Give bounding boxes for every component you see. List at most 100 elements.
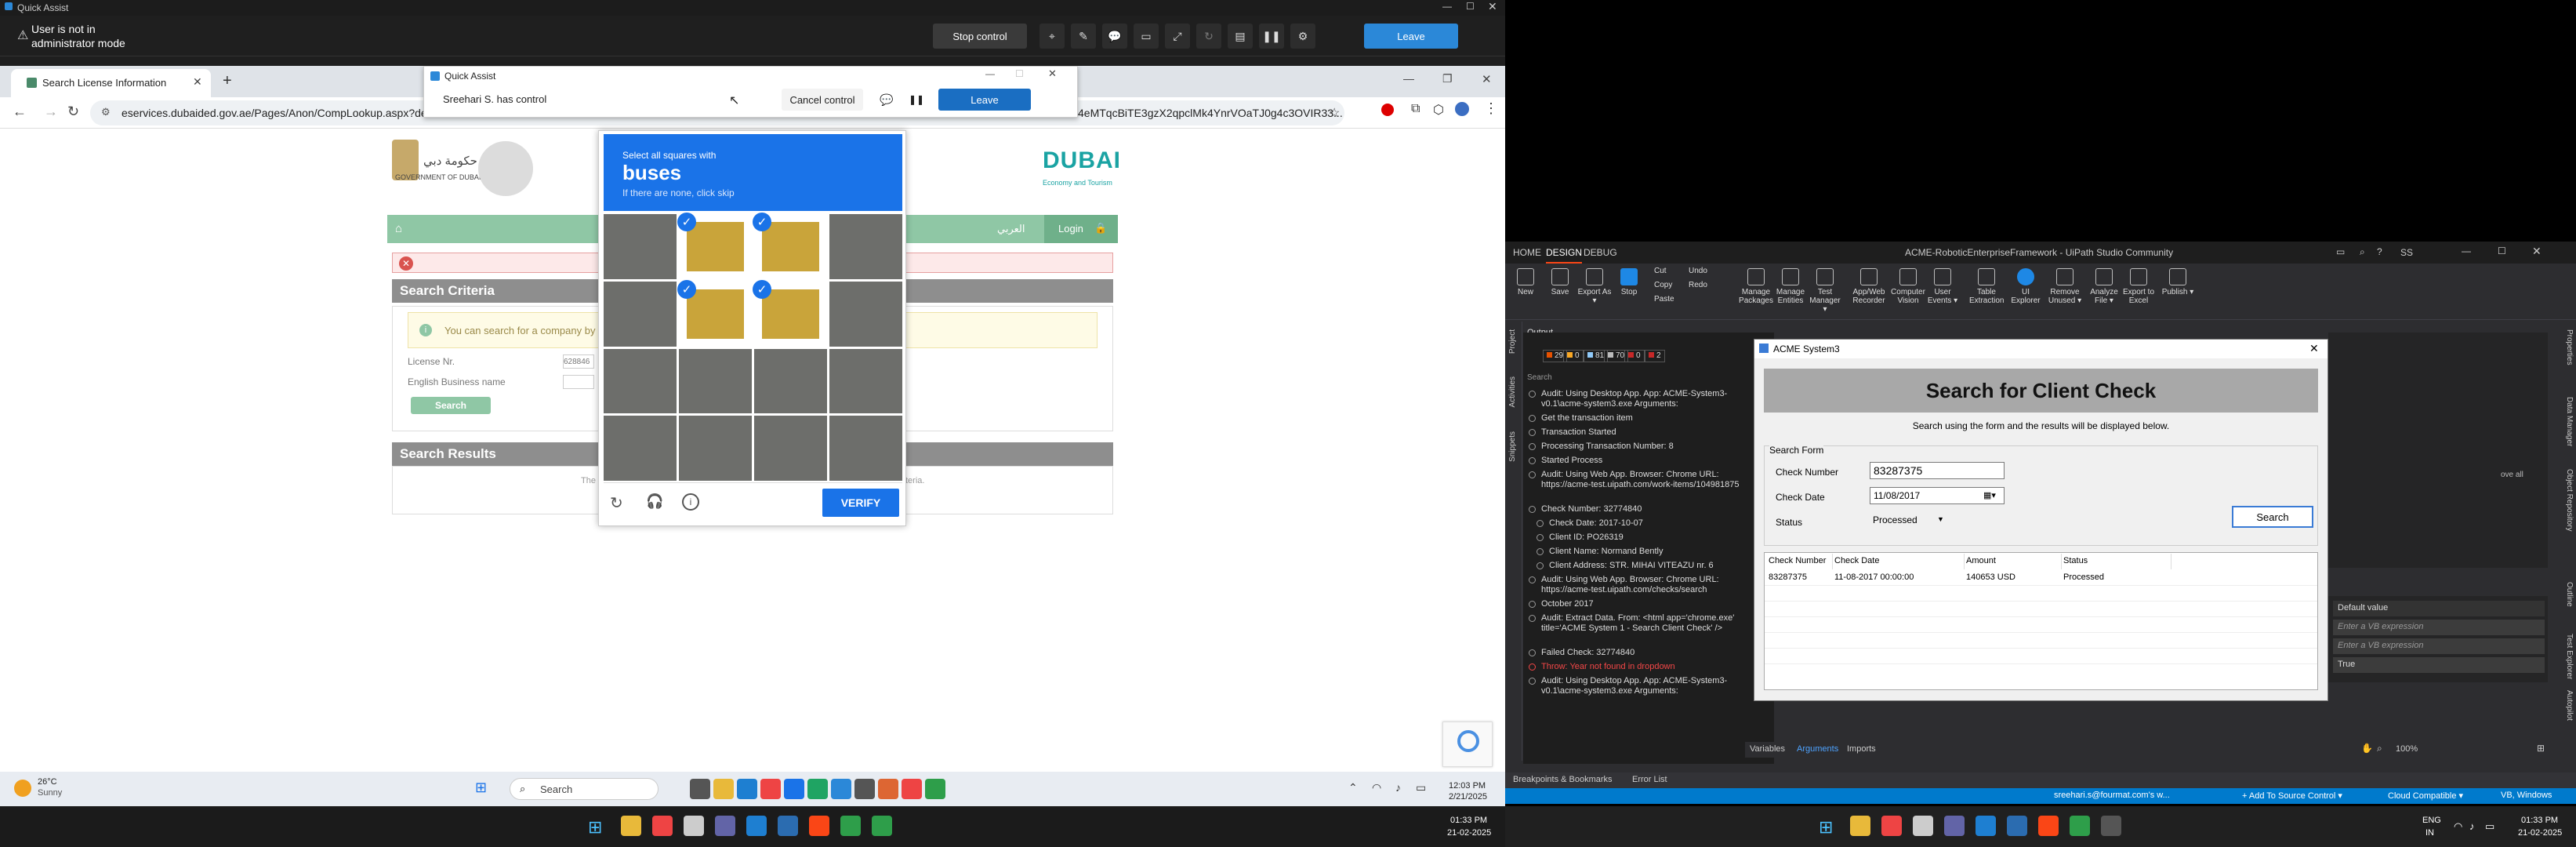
search-icon[interactable]: ⌕ bbox=[2360, 246, 2365, 258]
ribbon-button[interactable]: Paste bbox=[1654, 295, 1685, 304]
arabic-link[interactable]: العربي bbox=[997, 223, 1025, 235]
leave-button[interactable]: Leave bbox=[1364, 24, 1458, 49]
captcha-tile[interactable]: ✓ bbox=[677, 213, 752, 279]
side-tab[interactable]: Object Repository bbox=[2565, 469, 2574, 531]
chrome-app-icon[interactable] bbox=[902, 779, 922, 799]
recaptcha-badge[interactable] bbox=[1442, 722, 1493, 767]
teams-icon[interactable] bbox=[1944, 816, 1965, 836]
select-monitor-icon[interactable]: ▭ bbox=[1134, 24, 1159, 49]
app-icon[interactable] bbox=[784, 779, 804, 799]
app-icon[interactable] bbox=[878, 779, 898, 799]
ribbon-button[interactable]: Undo bbox=[1689, 267, 1720, 275]
float-minimize-icon[interactable]: — bbox=[985, 68, 995, 79]
ribbon-button[interactable]: Table Extraction bbox=[1969, 268, 2004, 305]
ribbon-button[interactable]: Manage Packages bbox=[1739, 268, 1773, 305]
windows-start-icon[interactable]: ⊞ bbox=[475, 780, 487, 796]
grid-column-header[interactable]: Check Date bbox=[1833, 554, 1965, 569]
ribbon-button[interactable]: Computer Vision bbox=[1891, 268, 1925, 305]
bookmark-star-icon[interactable]: ☆ bbox=[1329, 105, 1340, 121]
reload-challenge-icon[interactable]: ↻ bbox=[610, 493, 623, 513]
app-icon[interactable] bbox=[684, 816, 704, 836]
task-view-icon[interactable] bbox=[690, 779, 710, 799]
close-icon[interactable]: ✕ bbox=[1488, 0, 1497, 13]
fit-icon[interactable]: ⊞ bbox=[2537, 743, 2545, 754]
side-tab[interactable]: Test Explorer bbox=[2565, 634, 2574, 679]
app-icon[interactable] bbox=[2101, 816, 2121, 836]
battery-icon[interactable]: ▭ bbox=[2485, 820, 2494, 833]
studio-tab-design[interactable]: DESIGN bbox=[1546, 242, 1583, 264]
tab-close-icon[interactable]: ✕ bbox=[193, 75, 202, 89]
calendar-icon[interactable]: ▦▾ bbox=[1983, 490, 1996, 500]
cancel-control-button[interactable]: Cancel control bbox=[782, 89, 863, 111]
app-icon[interactable] bbox=[807, 779, 828, 799]
grid-cell[interactable]: 11-08-2017 00:00:00 bbox=[1834, 573, 1914, 582]
float-close-icon[interactable]: ✕ bbox=[1048, 67, 1057, 80]
ribbon-button[interactable]: Manage Entities bbox=[1773, 268, 1808, 305]
settings-icon[interactable]: ⚙ bbox=[1290, 24, 1315, 49]
edge-icon[interactable] bbox=[1976, 816, 1996, 836]
reload-icon[interactable]: ↻ bbox=[67, 104, 79, 120]
app-icon[interactable] bbox=[1913, 816, 1933, 836]
grid-column-header[interactable]: Amount bbox=[1965, 554, 2062, 569]
side-tab[interactable]: Properties bbox=[2565, 329, 2574, 365]
captcha-tile[interactable] bbox=[829, 348, 902, 414]
output-search[interactable]: Search bbox=[1527, 373, 1552, 382]
profile-avatar[interactable] bbox=[1455, 102, 1469, 116]
volume-icon[interactable]: ♪ bbox=[1395, 781, 1401, 794]
ribbon-button[interactable]: Copy bbox=[1654, 281, 1685, 289]
ribbon-button[interactable]: User Events ▾ bbox=[1925, 268, 1960, 305]
zoom-level[interactable]: 100% bbox=[2396, 744, 2418, 754]
output-filter-count[interactable]: 0 bbox=[1624, 350, 1645, 362]
ribbon-button[interactable]: Publish ▾ bbox=[2161, 268, 2195, 296]
float-maximize-icon[interactable]: ☐ bbox=[1015, 68, 1024, 79]
captcha-tile[interactable] bbox=[754, 348, 827, 414]
search-button[interactable]: Search bbox=[411, 397, 491, 414]
grid-cell[interactable]: Processed bbox=[2063, 573, 2104, 582]
teams-icon[interactable] bbox=[715, 816, 735, 836]
extension-record-icon[interactable] bbox=[1381, 104, 1394, 116]
captcha-tile[interactable]: ✓ bbox=[753, 279, 827, 347]
audio-challenge-icon[interactable]: 🎧 bbox=[646, 493, 663, 510]
ribbon-button[interactable]: Export to Excel bbox=[2121, 268, 2156, 305]
home-icon[interactable]: ⌂ bbox=[395, 222, 412, 236]
back-icon[interactable]: ← bbox=[13, 104, 27, 120]
wifi-icon[interactable]: ◠ bbox=[2454, 820, 2462, 833]
variables-tab[interactable]: Variables bbox=[1750, 744, 1785, 754]
help-icon[interactable]: ? bbox=[2377, 246, 2382, 257]
studio-minimize-icon[interactable]: — bbox=[2462, 245, 2471, 256]
app-icon[interactable] bbox=[872, 816, 892, 836]
side-tab-project[interactable]: Project bbox=[1508, 329, 1517, 354]
grid-cell[interactable]: 83287375 bbox=[1769, 573, 1807, 582]
layout-icon[interactable]: ▭ bbox=[2336, 246, 2345, 257]
studio-tab-debug[interactable]: DEBUG bbox=[1584, 247, 1617, 258]
side-tab[interactable]: Autopilot bbox=[2565, 690, 2574, 721]
chrome-menu-icon[interactable]: ⋮ bbox=[1484, 100, 1498, 117]
extensions-puzzle-icon[interactable]: ⬡ bbox=[1433, 102, 1444, 118]
grid-column-header[interactable]: Status bbox=[2062, 554, 2171, 569]
volume-icon[interactable]: ♪ bbox=[2469, 820, 2475, 832]
fit-screen-icon[interactable]: ⤢ bbox=[1165, 24, 1190, 49]
argument-default-value[interactable]: Enter a VB expression bbox=[2333, 638, 2545, 654]
stop-control-button[interactable]: Stop control bbox=[933, 24, 1027, 49]
pan-icon[interactable]: ✋ bbox=[2361, 743, 2373, 754]
status-source-control[interactable]: + Add To Source Control ▾ bbox=[2242, 791, 2342, 801]
status-dropdown[interactable]: Processed ▼ bbox=[1870, 512, 1951, 529]
site-info-icon[interactable]: ⚙ bbox=[101, 106, 111, 118]
captcha-tile[interactable] bbox=[679, 416, 752, 481]
check-number-input[interactable]: 83287375 bbox=[1870, 462, 2005, 479]
app-icon[interactable] bbox=[778, 816, 798, 836]
status-user[interactable]: sreehari.s@fourmat.com's w... bbox=[2054, 791, 2170, 800]
annotate-icon[interactable]: ✎ bbox=[1071, 24, 1096, 49]
captcha-tile[interactable] bbox=[604, 281, 677, 347]
acme-search-button[interactable]: Search bbox=[2232, 506, 2313, 528]
lang-line1[interactable]: ENG bbox=[2422, 816, 2441, 825]
captcha-tile[interactable]: ✓ bbox=[753, 213, 827, 279]
zoom-icon[interactable]: ⌕ bbox=[2377, 743, 2382, 754]
browser-minimize-icon[interactable]: — bbox=[1403, 72, 1414, 85]
task-manager-icon[interactable]: ▤ bbox=[1228, 24, 1253, 49]
float-chat-icon[interactable]: 💬 bbox=[876, 89, 898, 111]
file-explorer-icon[interactable] bbox=[1850, 816, 1870, 836]
output-filter-count[interactable]: 2 bbox=[1645, 350, 1665, 362]
app-icon[interactable] bbox=[840, 816, 861, 836]
verify-button[interactable]: VERIFY bbox=[822, 489, 899, 517]
